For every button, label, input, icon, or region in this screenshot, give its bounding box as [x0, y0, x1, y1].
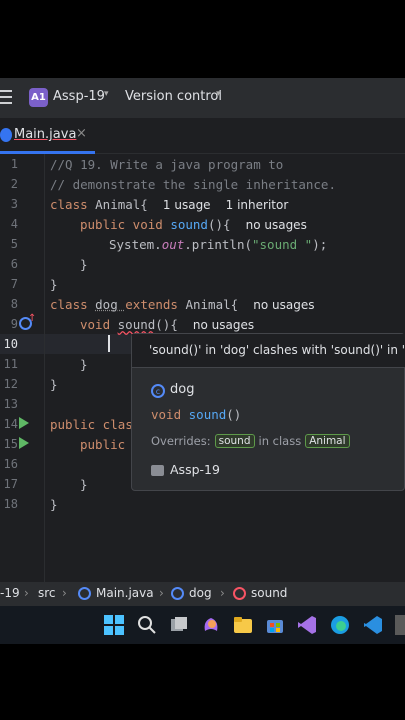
vscode-icon[interactable]: [363, 615, 383, 635]
code-line: }: [50, 277, 58, 292]
popup-module-name[interactable]: Assp-19: [170, 462, 220, 477]
line-number: 6: [10, 257, 18, 271]
breadcrumb-separator: ›: [62, 586, 67, 600]
visual-studio-icon[interactable]: [297, 615, 317, 635]
overrides-row: Overrides: sound in class Animal: [151, 434, 350, 448]
tab-main-java[interactable]: Main.java ×: [0, 118, 96, 154]
code-line: }: [80, 257, 88, 272]
code-line: }: [80, 357, 88, 372]
code-line: }: [50, 497, 58, 512]
class-icon: c: [151, 384, 165, 398]
copilot-icon[interactable]: [201, 615, 221, 635]
line-number: 17: [3, 477, 18, 491]
code-line: public clas: [50, 417, 133, 432]
breadcrumb-src[interactable]: src: [38, 586, 56, 600]
windows-start-icon[interactable]: [104, 615, 124, 635]
line-number: 4: [10, 217, 18, 231]
line-number: 13: [3, 397, 18, 411]
gutter-separator: [44, 154, 45, 582]
usage-hint[interactable]: 1 usage: [163, 198, 211, 212]
breadcrumb-method[interactable]: sound: [251, 586, 287, 600]
close-icon[interactable]: ×: [76, 126, 87, 141]
line-number: 14: [3, 417, 18, 431]
line-number: 1: [10, 157, 18, 171]
method-icon: [233, 587, 246, 600]
os-taskbar: [0, 606, 405, 644]
breadcrumb-project[interactable]: -19: [0, 586, 20, 600]
file-explorer-icon[interactable]: [233, 615, 253, 635]
line-number: 16: [3, 457, 18, 471]
search-icon[interactable]: [137, 615, 157, 635]
module-folder-icon: [151, 465, 164, 476]
error-message: 'sound()' in 'dog' clashes with 'sound()…: [132, 334, 405, 368]
edge-browser-icon[interactable]: [330, 615, 350, 635]
breadcrumb-separator: ›: [220, 586, 225, 600]
line-number: 11: [3, 357, 18, 371]
code-line: //Q 19. Write a java program to: [50, 157, 284, 172]
project-selector[interactable]: Assp-19: [53, 89, 105, 104]
run-icon[interactable]: [19, 437, 29, 449]
breadcrumb-class[interactable]: dog: [189, 586, 212, 600]
line-number: 7: [10, 277, 18, 291]
text-caret: [108, 335, 110, 352]
version-control-menu[interactable]: Version control: [125, 89, 222, 104]
run-icon[interactable]: [19, 417, 29, 429]
inheritor-hint[interactable]: 1 inheritor: [226, 198, 289, 212]
chevron-down-icon[interactable]: ▾: [216, 89, 221, 99]
code-line: class Animal{ 1 usage 1 inheritor: [50, 197, 289, 212]
line-number: 5: [10, 237, 18, 251]
line-number: 9: [10, 317, 18, 331]
breadcrumb-separator: ›: [24, 586, 29, 600]
code-line: // demonstrate the single inheritance.: [50, 177, 336, 192]
class-icon: [171, 587, 184, 600]
usage-hint[interactable]: no usages: [193, 318, 254, 332]
overridden-method-link[interactable]: sound: [214, 434, 255, 448]
error-tooltip-popup[interactable]: 'sound()' in 'dog' clashes with 'sound()…: [131, 333, 405, 491]
line-number: 3: [10, 197, 18, 211]
breadcrumb: -19 › src › Main.java › dog › sound: [0, 582, 405, 606]
code-line: System.out.println("sound ");: [109, 237, 328, 252]
popup-method-signature: void sound(): [151, 407, 242, 422]
usage-hint[interactable]: no usages: [253, 298, 314, 312]
line-number: 12: [3, 377, 18, 391]
task-view-icon[interactable]: [169, 615, 189, 635]
main-menu-icon[interactable]: [0, 90, 12, 104]
project-badge[interactable]: A1: [29, 88, 48, 107]
line-number: 10: [3, 337, 18, 351]
line-number: 8: [10, 297, 18, 311]
code-line: public void sound(){ no usages: [80, 217, 307, 232]
store-icon[interactable]: [265, 615, 285, 635]
java-class-icon: [78, 587, 91, 600]
line-number: 18: [3, 497, 18, 511]
overridden-class-link[interactable]: Animal: [305, 434, 350, 448]
code-line: }: [50, 377, 58, 392]
line-number: 15: [3, 437, 18, 451]
code-line: public: [80, 437, 126, 452]
breadcrumb-file[interactable]: Main.java: [96, 586, 154, 600]
code-line: }: [80, 477, 88, 492]
main-toolbar: A1 Assp-19 ▾ Version control ▾: [0, 78, 405, 118]
editor-tab-bar: Main.java ×: [0, 118, 405, 154]
java-class-icon: [0, 128, 12, 142]
code-line: class dog extends Animal{ no usages: [50, 297, 315, 312]
popup-class-name[interactable]: dog: [170, 382, 194, 397]
taskbar-app-icon[interactable]: [395, 615, 405, 635]
usage-hint[interactable]: no usages: [246, 218, 307, 232]
chevron-down-icon[interactable]: ▾: [104, 89, 109, 99]
in-class-label: in class: [258, 434, 302, 448]
breadcrumb-separator: ›: [159, 586, 164, 600]
line-number: 2: [10, 177, 18, 191]
tab-label[interactable]: Main.java: [14, 127, 76, 142]
overrides-label: Overrides:: [151, 434, 211, 448]
code-line: void sound(){ no usages: [80, 317, 255, 332]
override-arrow-icon: ↑: [28, 313, 37, 324]
